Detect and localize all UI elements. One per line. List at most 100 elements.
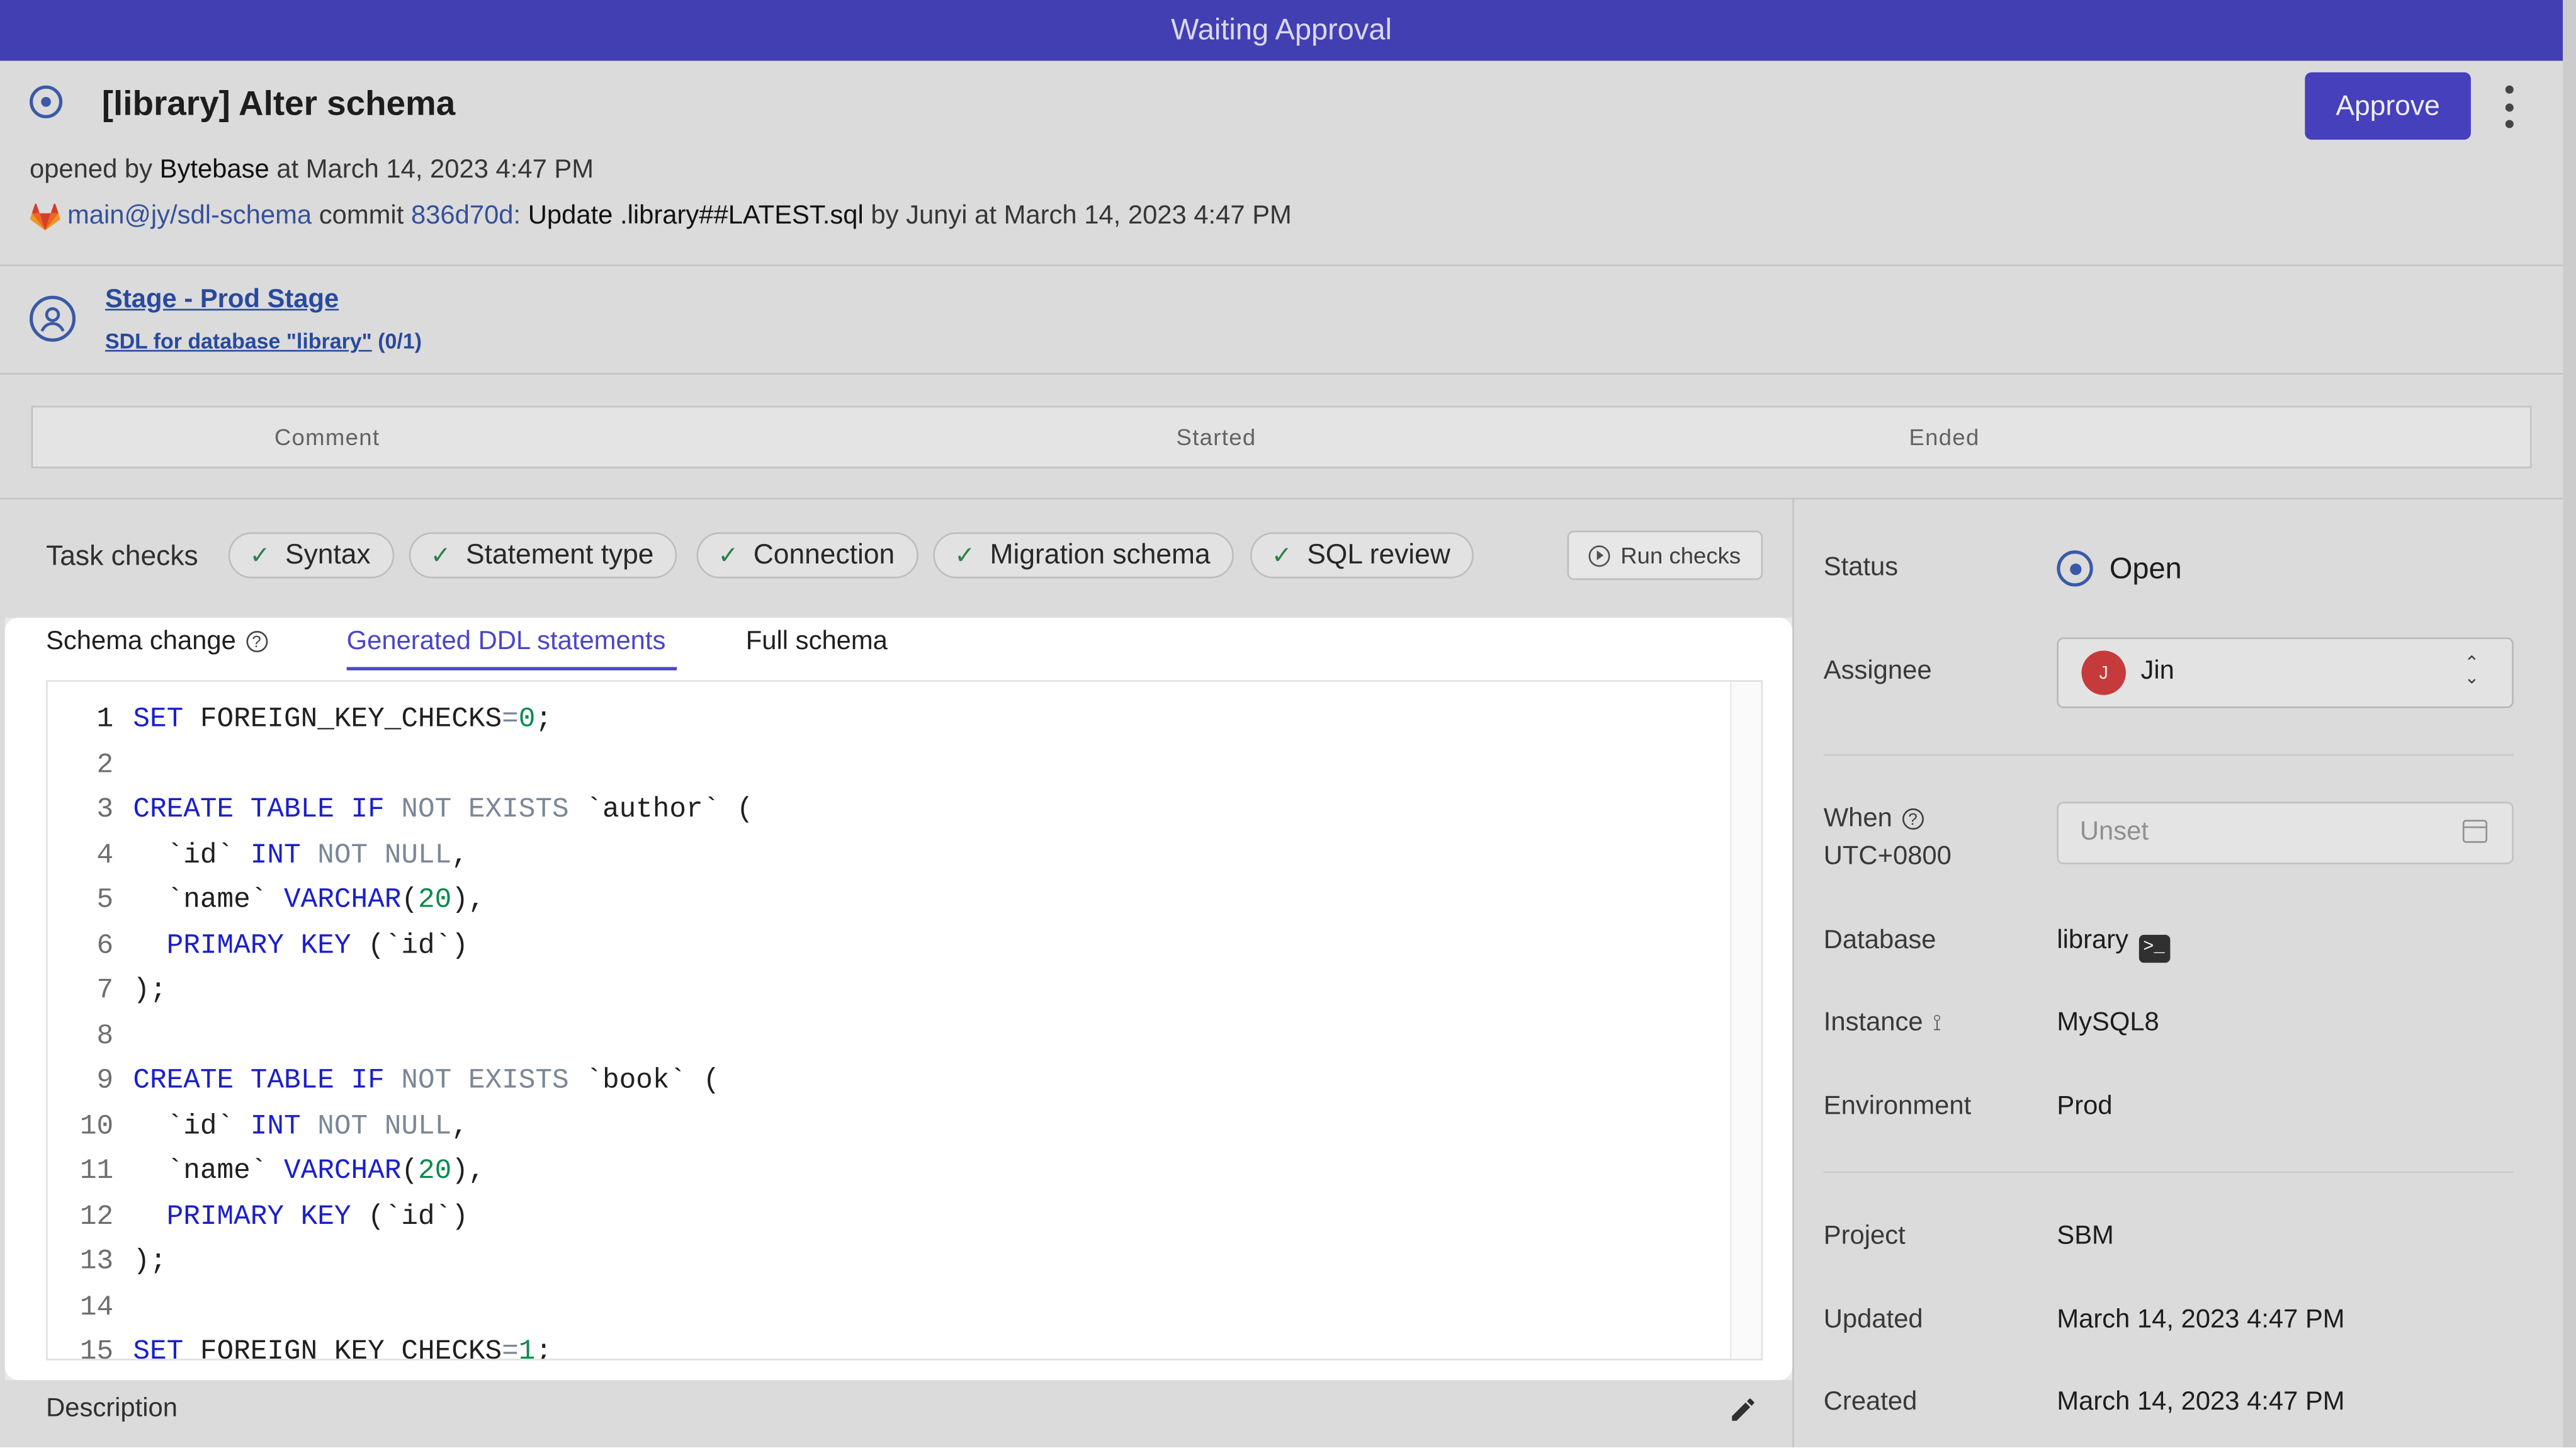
assignee-label: Assignee <box>1823 657 1932 686</box>
line-number: 3 <box>96 795 114 827</box>
approve-button[interactable]: Approve <box>2305 72 2471 140</box>
commit-author: by Junyi at March 14, 2023 4:47 PM <box>871 201 1292 230</box>
branch-link[interactable]: main@jy/sdl-schema <box>67 202 312 232</box>
created-value: March 14, 2023 4:47 PM <box>2057 1388 2345 1417</box>
check-icon: ✓ <box>954 542 976 570</box>
run-checks-label: Run checks <box>1620 542 1741 568</box>
code-text: SET FOREIGN_KEY_CHECKS=1; <box>133 1337 553 1360</box>
when-label: When? <box>1824 805 1924 835</box>
when-timezone: UTC+0800 <box>1823 842 1952 871</box>
database-value: library >_ <box>2057 927 2170 963</box>
avatar: J <box>2081 650 2126 695</box>
line-number: 6 <box>96 931 114 963</box>
sidebar-divider <box>1792 497 1794 1448</box>
line-number: 4 <box>96 840 114 873</box>
tab-schema-change[interactable]: Schema change? <box>46 627 268 657</box>
line-number: 12 <box>79 1202 114 1234</box>
code-text: `name` VARCHAR(20), <box>166 1157 485 1189</box>
commit-word: commit <box>319 201 404 230</box>
code-text: PRIMARY KEY (`id`) <box>166 931 468 963</box>
check-chip-migration-schema[interactable]: ✓ Migration schema <box>933 532 1234 579</box>
commit-hash-link[interactable]: 836d70d: <box>411 202 521 232</box>
assignee-name: Jin <box>2140 657 2174 686</box>
sql-editor[interactable]: 1 SET FOREIGN_KEY_CHECKS=0; 2 3 CREATE TABLE… <box>46 680 1763 1360</box>
check-label: Statement type <box>466 538 654 570</box>
tab-full-schema[interactable]: Full schema <box>746 628 888 657</box>
help-icon[interactable]: ? <box>1902 808 1924 830</box>
divider <box>1823 754 2514 756</box>
tab-label: Schema change <box>46 627 236 656</box>
line-number: 15 <box>79 1337 114 1360</box>
opened-at: at March 14, 2023 4:47 PM <box>276 156 594 184</box>
mysql-icon: ⟟ <box>1933 1009 1941 1036</box>
column-ended: Ended <box>1909 424 1980 451</box>
environment-value[interactable]: Prod <box>2057 1092 2112 1122</box>
database-name[interactable]: library <box>2057 927 2128 954</box>
check-icon: ✓ <box>718 542 739 570</box>
check-chip-statement-type[interactable]: ✓ Statement type <box>409 532 677 579</box>
line-number: 8 <box>96 1021 114 1053</box>
project-label: Project <box>1823 1222 1906 1250</box>
opened-prefix: opened by <box>29 156 153 184</box>
description-label: Description <box>46 1394 178 1423</box>
chevron-up-down-icon: ⌃ ⌄ <box>2464 653 2480 689</box>
code-line: 7); <box>48 970 754 1015</box>
updated-label: Updated <box>1823 1306 1923 1335</box>
editor-scrollbar[interactable] <box>1730 682 1761 1359</box>
code-text: ); <box>133 976 167 1008</box>
instance-label-text: Instance <box>1823 1009 1923 1037</box>
code-text: PRIMARY KEY (`id`) <box>166 1202 468 1234</box>
code-line: 15 SET FOREIGN_KEY_CHECKS=1; <box>48 1331 754 1360</box>
divider <box>0 373 2563 375</box>
line-number: 7 <box>96 976 114 1008</box>
divider <box>0 497 2563 500</box>
line-number: 11 <box>79 1157 114 1189</box>
more-options-icon[interactable] <box>2497 85 2521 128</box>
tab-generated-ddl[interactable]: Generated DDL statements <box>347 628 666 657</box>
active-tab-indicator <box>346 667 677 670</box>
code-text: CREATE TABLE IF NOT EXISTS `book` ( <box>133 1066 720 1098</box>
code-line: 10 `id` INT NOT NULL, <box>48 1105 754 1150</box>
code-text: `id` INT NOT NULL, <box>166 840 468 873</box>
code-line: 11 `name` VARCHAR(20), <box>48 1150 754 1196</box>
check-label: Syntax <box>285 538 371 570</box>
code-text: `name` VARCHAR(20), <box>166 886 485 917</box>
line-number: 5 <box>96 886 114 917</box>
play-circle-icon <box>1589 545 1611 567</box>
task-link[interactable]: SDL for database "library" <box>105 329 372 353</box>
task-run-table: Comment Started Ended <box>31 405 2532 468</box>
check-icon: ✓ <box>249 542 271 570</box>
line-number: 1 <box>96 705 114 737</box>
check-icon: ✓ <box>430 542 451 570</box>
terminal-icon[interactable]: >_ <box>2138 934 2170 963</box>
check-chip-connection[interactable]: ✓ Connection <box>696 532 918 579</box>
code-line: 6 PRIMARY KEY (`id`) <box>48 924 754 970</box>
edit-pencil-icon[interactable] <box>1728 1395 1758 1425</box>
code-text: `id` INT NOT NULL, <box>166 1112 468 1143</box>
code-text: ); <box>133 1247 167 1279</box>
column-started: Started <box>1176 424 1257 451</box>
help-icon[interactable]: ? <box>246 631 268 653</box>
project-value[interactable]: SBM <box>2057 1223 2113 1252</box>
line-number: 14 <box>79 1292 114 1324</box>
code-line: 5 `name` VARCHAR(20), <box>48 879 754 924</box>
page-scrollbar[interactable] <box>2563 0 2576 1448</box>
gitlab-icon <box>30 203 60 230</box>
check-chip-sql-review[interactable]: ✓ SQL review <box>1250 532 1474 579</box>
status-value: Open <box>2109 551 2182 585</box>
code-line: 12 PRIMARY KEY (`id`) <box>48 1196 754 1241</box>
environment-label: Environment <box>1823 1092 1972 1121</box>
stage-task: SDL for database "library" (0/1) <box>105 329 422 353</box>
divider <box>1823 1171 2514 1174</box>
check-chip-syntax[interactable]: ✓ Syntax <box>228 532 394 579</box>
opened-by-user[interactable]: Bytebase <box>160 156 269 184</box>
commit-message: Update .library##LATEST.sql <box>528 201 864 230</box>
column-comment: Comment <box>274 424 380 451</box>
calendar-icon[interactable] <box>2462 820 2488 843</box>
when-label-text: When <box>1823 805 1892 834</box>
issue-page: Waiting Approval [library] Alter schema … <box>0 0 2576 1448</box>
commit-info: main@jy/sdl-schema commit 836d70d: Updat… <box>30 202 1292 232</box>
run-checks-button[interactable]: Run checks <box>1567 530 1763 580</box>
instance-value[interactable]: MySQL8 <box>2057 1009 2159 1038</box>
stage-title-link[interactable]: Stage - Prod Stage <box>105 286 339 315</box>
